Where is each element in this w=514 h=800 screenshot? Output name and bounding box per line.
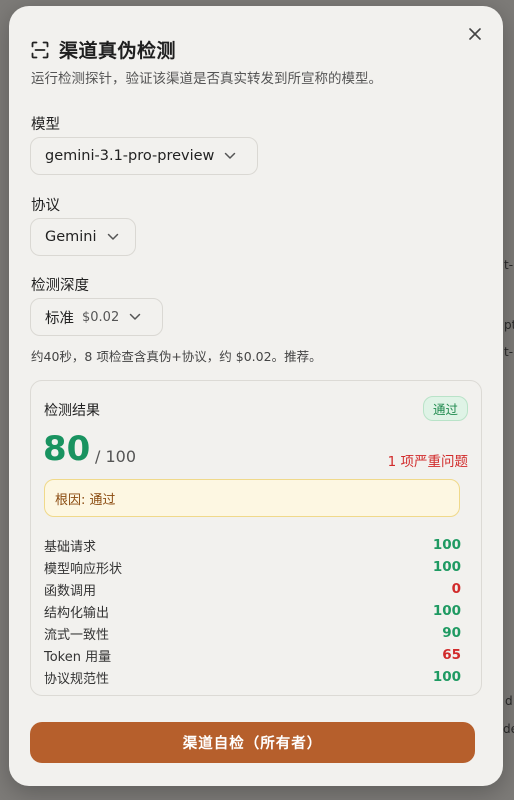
protocol-select[interactable]: Gemini	[30, 218, 136, 256]
root-cause-box: 根因: 通过	[44, 479, 460, 517]
channel-verification-dialog: 渠道真伪检测 运行检测探针，验证该渠道是否真实转发到所宣称的模型。 模型 gem…	[9, 6, 503, 786]
score-value: 80	[43, 429, 91, 469]
metric-row: 协议规范性 100	[44, 667, 461, 687]
metric-value: 0	[451, 581, 461, 597]
background-text-fragment: t-	[504, 345, 514, 359]
metric-value: 100	[432, 537, 461, 553]
chevron-down-icon	[129, 313, 141, 320]
metric-value: 90	[442, 625, 461, 641]
depth-hint: 约40秒，8 项检查含真伪+协议，约 $0.02。推荐。	[31, 349, 322, 364]
chevron-down-icon	[107, 233, 118, 240]
depth-select[interactable]: 标准 $0.02	[30, 298, 163, 336]
metric-name: 模型响应形状	[44, 561, 123, 577]
background-text-fragment: d	[505, 694, 513, 708]
status-badge: 通过	[422, 396, 468, 421]
model-label: 模型	[31, 117, 60, 133]
dialog-title: 渠道真伪检测	[59, 40, 177, 62]
metric-name: 基础请求	[44, 539, 97, 555]
metric-value: 100	[432, 559, 461, 575]
protocol-select-value: Gemini	[45, 229, 97, 245]
metric-row: Token 用量 65	[44, 645, 461, 665]
metric-row: 流式一致性 90	[44, 623, 461, 643]
dialog-header: 渠道真伪检测	[31, 36, 176, 63]
depth-select-price: $0.02	[82, 309, 120, 325]
background-text-fragment: t-	[504, 258, 514, 272]
chevron-down-icon	[225, 152, 236, 159]
background-text-fragment: de	[503, 722, 514, 736]
dialog-subtitle: 运行检测探针，验证该渠道是否真实转发到所宣称的模型。	[31, 71, 382, 87]
metric-name: 函数调用	[44, 583, 97, 599]
scan-icon	[31, 41, 49, 59]
metric-name: 流式一致性	[44, 627, 110, 643]
self-check-button[interactable]: 渠道自检（所有者）	[30, 722, 475, 763]
result-title: 检测结果	[44, 403, 100, 419]
background-text-fragment: pt	[504, 318, 514, 332]
depth-select-value: 标准	[45, 310, 74, 327]
metric-row: 基础请求 100	[44, 535, 461, 555]
score-max: / 100	[95, 447, 137, 466]
metric-row: 函数调用 0	[44, 579, 461, 599]
metric-row: 结构化输出 100	[44, 601, 461, 621]
close-icon	[469, 28, 481, 40]
close-button[interactable]	[465, 24, 485, 44]
metric-name: 协议规范性	[44, 671, 110, 687]
result-card: 检测结果 通过 80 / 100 1 项严重问题 根因: 通过 基础请求 100…	[30, 380, 482, 696]
depth-label: 检测深度	[31, 278, 89, 294]
root-cause-text: 根因: 通过	[55, 492, 116, 508]
metric-value: 100	[432, 603, 461, 619]
issues-count: 1 项严重问题	[387, 454, 468, 470]
model-select-value: gemini-3.1-pro-preview	[45, 148, 215, 164]
metric-row: 模型响应形状 100	[44, 557, 461, 577]
model-select[interactable]: gemini-3.1-pro-preview	[30, 137, 258, 175]
protocol-label: 协议	[31, 198, 60, 214]
metric-value: 65	[442, 647, 461, 663]
metric-value: 100	[432, 669, 461, 685]
metric-name: 结构化输出	[44, 605, 110, 621]
metric-name: Token 用量	[44, 649, 112, 665]
